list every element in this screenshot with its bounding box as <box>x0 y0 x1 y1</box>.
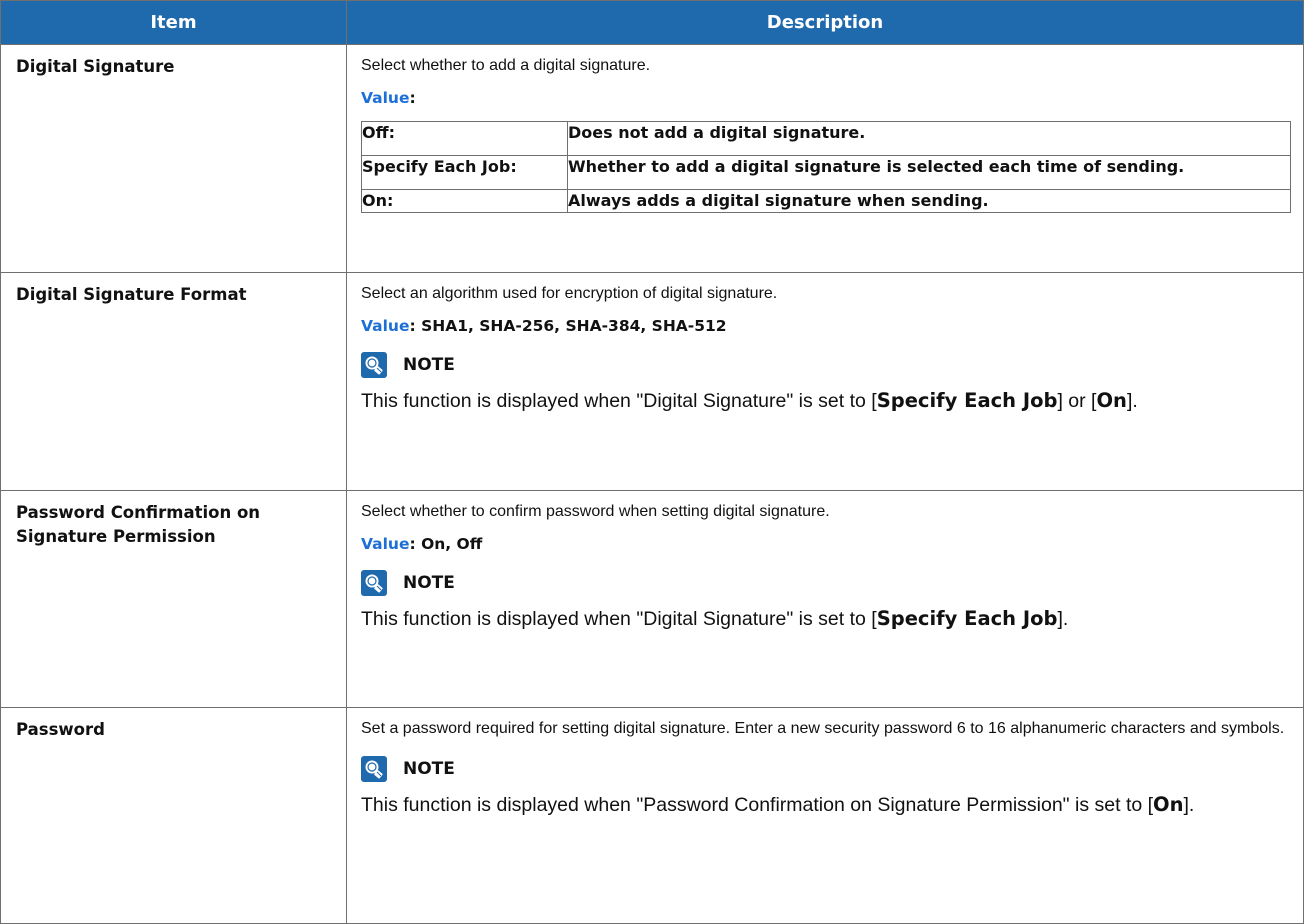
table-row: Digital Signature Select whether to add … <box>0 44 1304 273</box>
value-options: Off: Does not add a digital signature. S… <box>361 121 1291 213</box>
value-label: Value <box>361 317 410 335</box>
note-text-part: This function is displayed when "Passwor… <box>361 794 1154 816</box>
value-list: : <box>409 89 416 107</box>
option-label: Specify Each Job: <box>361 155 568 190</box>
value-list: : On, Off <box>409 535 483 553</box>
note-text-part: This function is displayed when "Digital… <box>361 390 877 412</box>
settings-table: Item Description Digital Signature Selec… <box>0 0 1304 924</box>
lightbulb-icon <box>361 352 387 378</box>
option-row: Off: Does not add a digital signature. <box>361 121 1291 156</box>
note-text-part: ]. <box>1183 794 1195 816</box>
note-header: NOTE <box>361 569 1291 597</box>
note-setting: Specify Each Job <box>876 607 1058 630</box>
description-text: Select whether to add a digital signatur… <box>361 57 651 74</box>
table-row: Password Set a password required for set… <box>0 707 1304 924</box>
note-setting: Specify Each Job <box>876 389 1058 412</box>
description-text: Select an algorithm used for encryption … <box>361 285 778 302</box>
column-header-item: Item <box>0 0 347 45</box>
item-name: Password Confirmation on Signature Permi… <box>0 490 347 708</box>
option-row: Specify Each Job: Whether to add a digit… <box>361 155 1291 190</box>
value-line: Value: On, Off <box>361 533 1291 555</box>
value-label: Value <box>361 89 410 107</box>
note-text-part: ]. <box>1126 390 1138 412</box>
option-description: Whether to add a digital signature is se… <box>567 155 1291 190</box>
item-description: Set a password required for setting digi… <box>346 707 1304 924</box>
option-row: On: Always adds a digital signature when… <box>361 189 1291 213</box>
option-label: Off: <box>361 121 568 156</box>
note-text: This function is displayed when "Digital… <box>361 387 1291 415</box>
description-text: Select whether to confirm password when … <box>361 503 830 520</box>
option-description: Does not add a digital signature. <box>567 121 1291 156</box>
note-text-part: ] or [ <box>1057 390 1097 412</box>
note-title: NOTE <box>403 355 455 375</box>
value-line: Value: <box>361 87 1291 109</box>
item-name: Password <box>0 707 347 924</box>
item-description: Select whether to add a digital signatur… <box>346 44 1304 273</box>
option-description: Always adds a digital signature when sen… <box>567 189 1291 213</box>
option-label: On: <box>361 189 568 213</box>
column-header-description: Description <box>346 0 1304 45</box>
note-text-part: ]. <box>1057 608 1069 630</box>
value-list: : SHA1, SHA-256, SHA-384, SHA-512 <box>409 317 727 335</box>
note-setting: On <box>1153 793 1184 816</box>
note-text: This function is displayed when "Digital… <box>361 605 1291 633</box>
table-row: Password Confirmation on Signature Permi… <box>0 490 1304 708</box>
note-text-part: This function is displayed when "Digital… <box>361 608 877 630</box>
value-line: Value: SHA1, SHA-256, SHA-384, SHA-512 <box>361 315 1291 337</box>
item-description: Select an algorithm used for encryption … <box>346 272 1304 491</box>
lightbulb-icon <box>361 756 387 782</box>
item-name: Digital Signature <box>0 44 347 273</box>
item-name: Digital Signature Format <box>0 272 347 491</box>
note-title: NOTE <box>403 759 455 779</box>
note-header: NOTE <box>361 755 1291 783</box>
note-title: NOTE <box>403 573 455 593</box>
value-label: Value <box>361 535 410 553</box>
note-header: NOTE <box>361 351 1291 379</box>
note-text: This function is displayed when "Passwor… <box>361 791 1291 819</box>
item-description: Select whether to confirm password when … <box>346 490 1304 708</box>
table-header-row: Item Description <box>0 0 1304 45</box>
note-setting: On <box>1096 389 1127 412</box>
lightbulb-icon <box>361 570 387 596</box>
table-row: Digital Signature Format Select an algor… <box>0 272 1304 491</box>
description-text: Set a password required for setting digi… <box>361 720 1285 737</box>
